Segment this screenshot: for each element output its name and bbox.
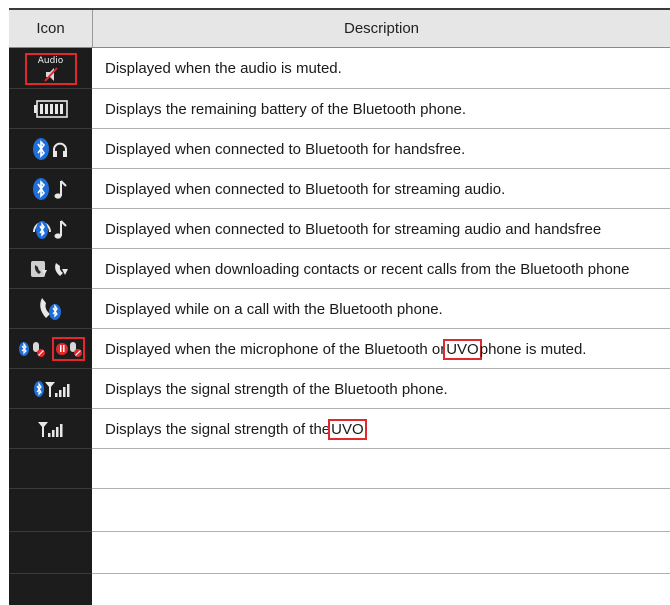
mic-muted-icon — [9, 329, 92, 369]
battery-icon — [9, 89, 92, 129]
row-description: Displayed when the audio is muted. — [105, 60, 342, 77]
table-row: Displayed while on a call with the Bluet… — [9, 289, 670, 329]
downloading-contacts-icon — [9, 249, 92, 289]
bluetooth-signal-icon — [9, 369, 92, 409]
row-description: Displayed when connected to Bluetooth fo… — [105, 220, 602, 238]
table-row: Displayed when downloading contacts or r… — [9, 249, 670, 289]
bluetooth-streaming-icon — [9, 169, 92, 209]
row-description: Displays the signal strength of the Blue… — [105, 380, 448, 398]
empty-row — [9, 534, 670, 574]
signal-strength-icon — [9, 409, 92, 449]
row-description: Displayed when connected to Bluetooth fo… — [105, 140, 466, 158]
empty-row — [9, 449, 670, 489]
table-row: Displays the signal strength of the UVO — [9, 409, 670, 449]
table-row: Displayed when connected to Bluetooth fo… — [9, 129, 670, 169]
bluetooth-handsfree-icon — [9, 129, 92, 169]
table-header: Icon Description — [9, 10, 670, 48]
table-row: Displays the signal strength of the Blue… — [9, 369, 670, 409]
row-description: Displayed when connected to Bluetooth fo… — [105, 180, 506, 198]
row-description: Displayed when the microphone of the Blu… — [105, 338, 587, 360]
header-description: Description — [343, 20, 420, 37]
row-description: Displays the remaining battery of the Bl… — [105, 100, 467, 118]
bluetooth-streaming-handsfree-icon — [9, 209, 92, 249]
row-description: Displayed when downloading contacts or r… — [105, 260, 630, 278]
row-description: Displayed while on a call with the Bluet… — [105, 300, 443, 318]
audio-muted-icon: Audio — [9, 48, 92, 89]
table-row: Displayed when connected to Bluetooth fo… — [9, 209, 670, 249]
empty-row — [9, 492, 670, 532]
table-row: Displayed when connected to Bluetooth fo… — [9, 169, 670, 209]
table-row: Displayed when the microphone of the Blu… — [9, 329, 670, 369]
uvo-highlight: UVO — [443, 338, 482, 360]
call-icon — [9, 289, 92, 329]
header-icon: Icon — [36, 20, 65, 37]
table-row: Displays the remaining battery of the Bl… — [9, 89, 670, 129]
uvo-highlight: UVO — [328, 418, 367, 440]
table-row: Audio Displayed when the audio is muted. — [9, 48, 670, 89]
empty-row — [9, 575, 670, 605]
row-description: Displays the signal strength of the UVO — [105, 418, 367, 440]
